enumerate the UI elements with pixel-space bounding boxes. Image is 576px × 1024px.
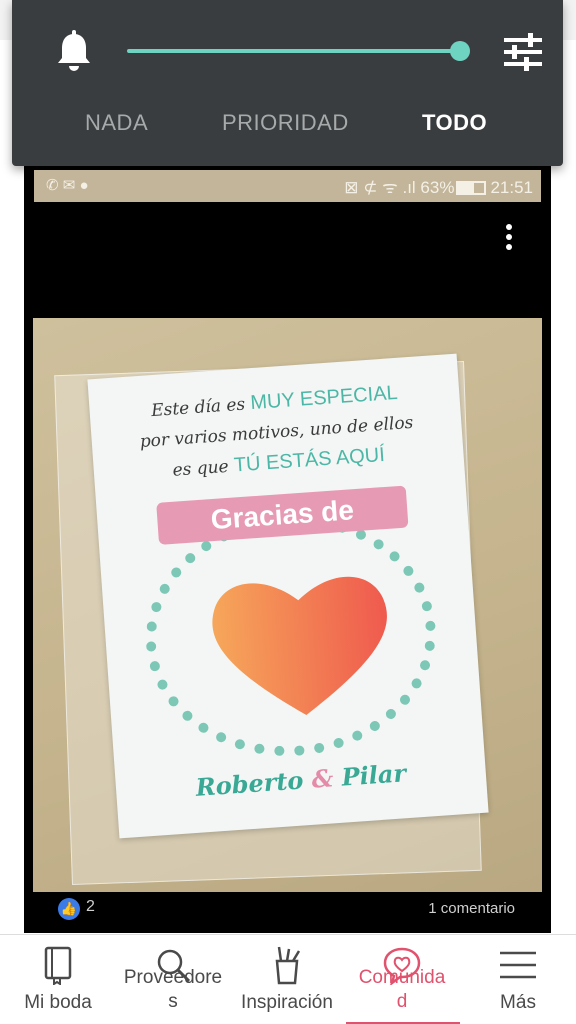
like-icon[interactable]: 👍 [58,898,80,920]
couple-names: Roberto & Pilar [135,754,466,806]
like-count: 2 [86,898,95,915]
nav-mi-boda[interactable]: Mi boda [0,935,116,1024]
photo-status-bar: ✆ ✉ ● ⊠ ⊄ ᯤ .ıl 63% 21:51 [34,170,541,202]
card-line3-b: TÚ ESTÁS AQUÍ [233,443,386,477]
status-right: ⊠ ⊄ ᯤ .ıl 63% 21:51 [344,175,533,198]
ampersand: & [310,763,335,794]
card-line1-a: Este día es [150,394,246,422]
comments-count[interactable]: 1 comentario [428,900,515,917]
bell-icon[interactable] [54,30,94,74]
nav-comunidad[interactable]: Comunida d [344,935,460,1024]
notification-mode-tabs: NADA PRIORIDAD TODO [12,110,563,142]
mode-nada[interactable]: NADA [85,110,148,136]
name-2: Pilar [340,758,407,792]
status-indicators: ⊠ ⊄ ᯤ .ıl 63% [344,178,455,197]
pencil-cup-icon [275,946,301,985]
nav-label-inspiracion: Inspiración [241,992,333,1013]
nav-label-mi-boda: Mi boda [24,992,92,1013]
battery-icon [456,181,487,195]
favor-card: Este día es MUY ESPECIAL por varios moti… [87,353,489,839]
screen: NADA PRIORIDAD TODO ✆ ✉ ● ⊠ ⊄ ᯤ .ıl 63% 2… [0,0,576,1024]
heart-candy-icon [212,576,387,716]
nav-proveedores[interactable]: Proveedore s [116,935,230,1024]
nav-inspiracion[interactable]: Inspiración [230,935,344,1024]
nav-label-mas: Más [500,992,536,1013]
volume-slider-thumb[interactable] [450,41,470,61]
name-1: Roberto [194,765,305,802]
more-options-icon[interactable] [499,224,519,254]
nav-label-comunidad: Comunida d [358,967,446,1012]
post-photo[interactable]: ✆ ✉ ● ⊠ ⊄ ᯤ .ıl 63% 21:51 Este día es MUY… [24,166,551,933]
card-line3-a: es que [171,456,230,481]
volume-slider-track[interactable] [127,49,462,53]
menu-icon [500,951,536,979]
tune-icon[interactable] [502,32,544,72]
photo-scene: Este día es MUY ESPECIAL por varios moti… [33,318,542,892]
status-time: 21:51 [490,178,533,197]
mode-prioridad[interactable]: PRIORIDAD [222,110,349,136]
bottom-nav: Mi boda Proveedore s Inspiración Comunid… [0,934,576,1024]
nav-label-proveedores: Proveedore s [123,967,223,1012]
card-line1-b: MUY ESPECIAL [249,381,399,415]
status-left-icons: ✆ ✉ ● [46,177,89,194]
post-meta: 👍 2 1 comentario [24,896,551,926]
card-message: Este día es MUY ESPECIAL por varios moti… [109,375,445,490]
mode-todo[interactable]: TODO [422,110,487,136]
nav-mas[interactable]: Más [460,935,576,1024]
notebook-icon [44,946,72,985]
